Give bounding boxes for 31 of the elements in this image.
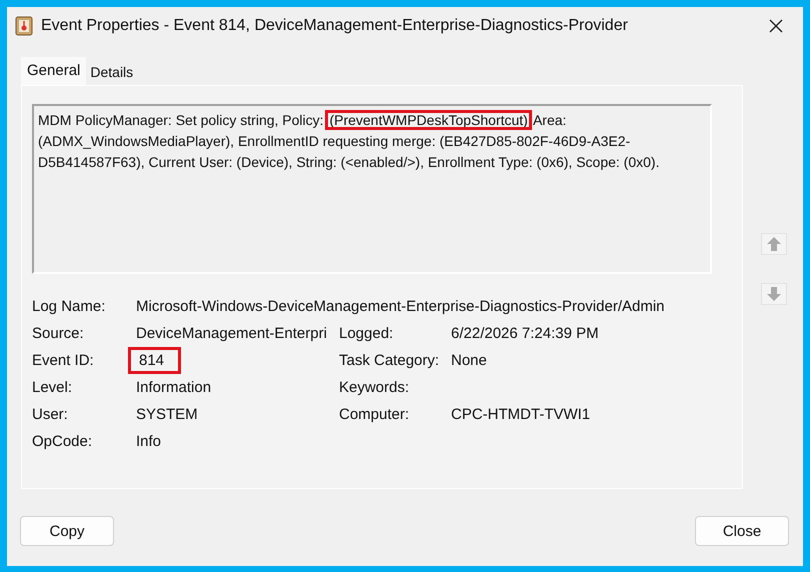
next-event-button[interactable] [761,283,787,305]
event-message: MDM PolicyManager: Set policy string, Policy: (PreventWMPDeskTopShortcut) Area: (ADMX_WindowsMediaPlayer), EnrollmentID requesting merge: (EB427D85-802F-46D9-A3E2-D5B414587F63), Current User: (Device), String: (<enabled/>), Enrollment Type: (0x6), Scope: (0x0). [38,111,660,172]
field-value: Microsoft-Windows-DeviceManagement-Enterprise-Diagnostics-Provider/Admin [136,298,665,315]
down-arrow-icon [766,286,782,302]
field-value: 6/22/2026 7:24:39 PM [451,325,599,342]
field-value: CPC-HTMDT-TVWI1 [451,406,590,423]
field-label: Log Name: [32,298,106,315]
field-label: Task Category: [339,352,440,369]
close-icon[interactable] [769,19,783,33]
field-value: None [451,352,487,369]
field-value: Information [136,379,212,396]
field-label: Source: [32,325,85,342]
field-value: 814 [128,347,182,374]
field-label: Keywords: [339,379,410,396]
field-label: Level: [32,379,74,396]
dialog-button[interactable]: Copy [20,516,114,546]
field-label: Event ID: [32,352,95,369]
field-value: DeviceManagement-Enterpri [136,325,327,342]
window-title: Event Properties - Event 814, DeviceManagement-Enterprise-Diagnostics-Provider [41,17,629,35]
tab[interactable]: General [21,57,86,85]
field-value: Info [136,433,162,450]
field-label: Computer: [339,406,410,423]
field-label: User: [32,406,69,423]
field-label: OpCode: [32,433,94,450]
field-value: SYSTEM [136,406,198,423]
tab[interactable]: Details [86,57,138,85]
field-label: Logged: [339,325,394,342]
up-arrow-icon [766,236,782,252]
event-log-icon [15,16,33,36]
previous-event-button[interactable] [761,233,787,255]
dialog-button[interactable]: Close [695,516,789,546]
